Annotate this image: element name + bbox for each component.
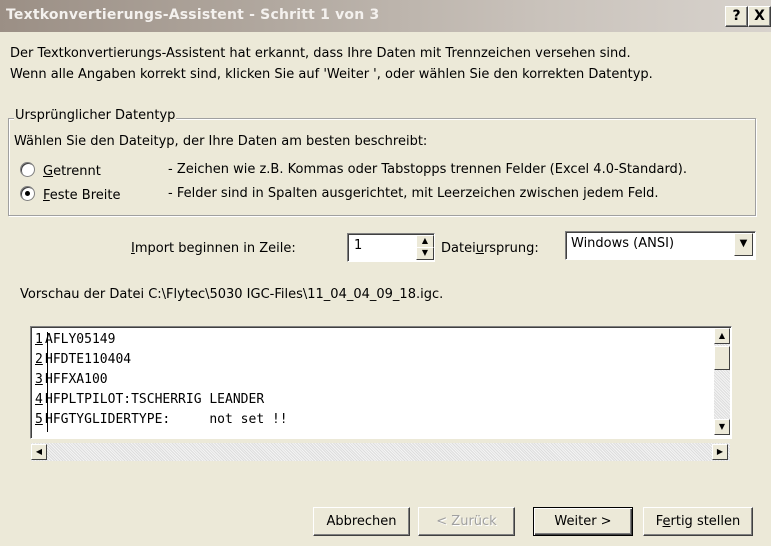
start-row-spinner[interactable]: 1 ▲ ▼ [347,233,435,262]
scroll-up-icon[interactable]: ▲ [714,328,730,344]
intro-line-2: Wenn alle Angaben korrekt sind, klicken … [10,67,653,82]
intro-text: Der Textkonvertierungs-Assistent hat erk… [10,43,760,85]
close-button[interactable]: X [748,6,771,27]
radio-fixed-width-label[interactable]: Feste Breite [43,188,139,203]
preview-vertical-scrollbar[interactable]: ▲ ▼ [714,328,730,435]
vertical-scroll-thumb[interactable] [714,346,730,370]
file-origin-select[interactable]: Windows (ANSI) ▼ [565,231,756,260]
start-row-value[interactable]: 1 [354,238,362,253]
scroll-down-icon[interactable]: ▼ [714,419,730,435]
title-bar: Textkonvertierungs-Assistent - Schritt 1… [0,0,771,32]
cancel-button[interactable]: Abbrechen [313,507,410,536]
preview-box[interactable]: 1 AFLY05149 2 HFDTE110404 3 HFFXA100 4 HFPLT… [30,326,732,439]
window-title: Textkonvertierungs-Assistent - Schritt 1… [6,7,380,23]
chevron-down-icon[interactable]: ▼ [734,233,753,256]
radio-delimited-label[interactable]: Getrennt [43,164,139,179]
radio-delimited[interactable] [20,162,35,177]
radio-option-delimited[interactable]: Getrennt [20,162,139,179]
file-origin-label: Dateiursprung: [441,241,539,256]
finish-button[interactable]: Fertig stellen [643,507,753,536]
intro-line-1: Der Textkonvertierungs-Assistent hat erk… [10,46,631,61]
preview-line: 2 HFDTE110404 [35,352,132,367]
preview-line: 5 HFGTYGLIDERTYPE: not set !! [35,412,288,427]
preview-line: 3 HFFXA100 [35,372,108,387]
radio-fixed-width[interactable] [20,186,35,201]
datatype-instruction: Wählen Sie den Dateityp, der Ihre Daten … [14,134,428,149]
file-origin-value[interactable]: Windows (ANSI) [571,236,674,251]
back-button[interactable]: < Zurück [418,507,515,536]
preview-label: Vorschau der Datei C:\Flytec\5030 IGC-Fi… [20,287,444,302]
spin-down-icon[interactable]: ▼ [416,247,434,260]
scroll-left-icon[interactable]: ◀ [31,444,47,460]
preview-horizontal-scrollbar[interactable]: ◀ ▶ [31,443,730,461]
preview-line: 4 HFPLTPILOT:TSCHERRIG LEANDER [35,392,265,407]
preview-line: 1 AFLY05149 [35,332,116,347]
help-button[interactable]: ? [725,6,748,27]
radio-option-fixed-width[interactable]: Feste Breite [20,186,139,203]
start-row-label: Import beginnen in Zeile: [131,241,296,256]
next-button[interactable]: Weiter > [533,507,633,536]
scroll-right-icon[interactable]: ▶ [712,444,728,460]
radio-fixed-width-description: - Felder sind in Spalten ausgerichtet, m… [168,186,659,201]
radio-delimited-description: - Zeichen wie z.B. Kommas oder Tabstopps… [168,162,688,177]
datatype-group-legend: Ursprünglicher Datentyp [14,108,177,123]
